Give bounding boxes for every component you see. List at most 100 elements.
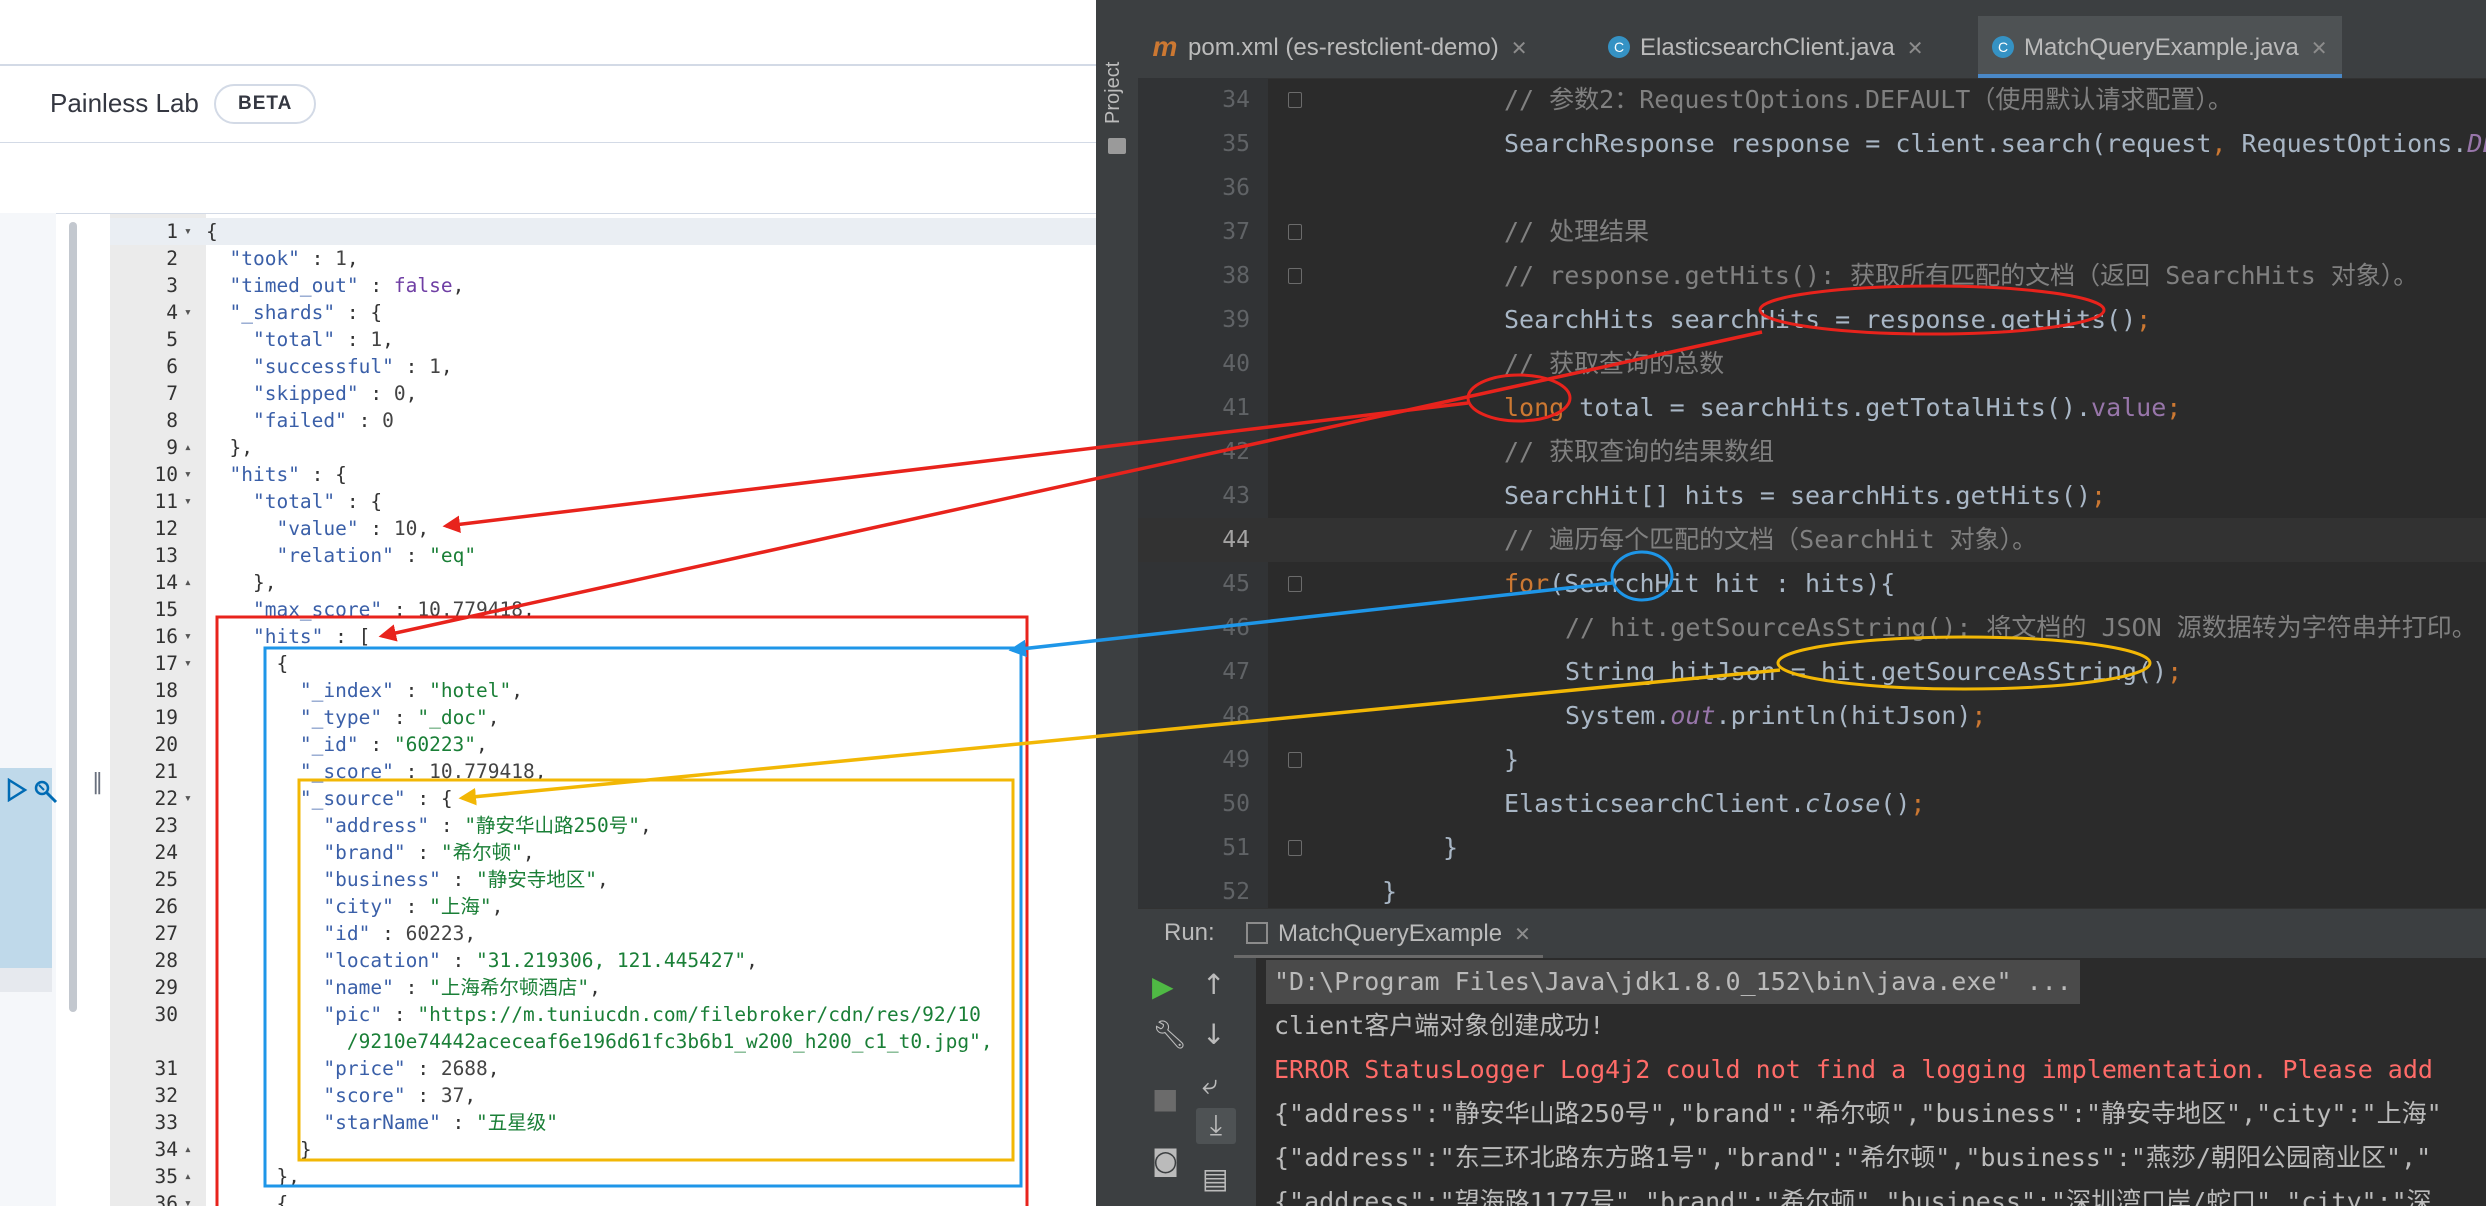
line-number: 41 bbox=[1222, 395, 1250, 421]
java-code-line: 48 System.out.println(hitJson); bbox=[1138, 694, 2486, 738]
code-text: }, bbox=[206, 571, 277, 594]
java-code-editor[interactable]: 34 // 参数2：RequestOptions.DEFAULT（使用默认请求配置… bbox=[1138, 78, 2486, 908]
fold-marker-icon[interactable] bbox=[1288, 576, 1302, 592]
code-text: { bbox=[206, 220, 218, 243]
run-tool-header: Run: MatchQueryExample ✕ bbox=[1138, 908, 2486, 959]
page-title: Painless Lab bbox=[50, 88, 199, 118]
code-text: { bbox=[206, 652, 289, 675]
line-number: 50 bbox=[1222, 791, 1250, 817]
tab-elasticsearch-client[interactable]: C ElasticsearchClient.java ✕ bbox=[1608, 16, 1924, 78]
scroll-to-end-icon[interactable]: ⤓ bbox=[1196, 1108, 1236, 1144]
fold-toggle-icon[interactable]: ▴ bbox=[184, 569, 192, 596]
fold-toggle-icon[interactable]: ▴ bbox=[184, 434, 192, 461]
fold-toggle-icon[interactable]: ▾ bbox=[184, 461, 192, 488]
code-text: { bbox=[206, 1192, 289, 1206]
arrow-up-icon[interactable]: ↑ bbox=[1202, 968, 1225, 1001]
code-line: 1 ▾ { bbox=[110, 218, 1096, 245]
output-json-editor[interactable]: 1 ▾{2 "took" : 1, 3 "timed_out" : false, 4 ▾… bbox=[110, 214, 1096, 1206]
code-text: "location" : "31.219306, 121.445427", bbox=[323, 949, 758, 972]
code-text: String hitJson = hit.getSourceAsString()… bbox=[1565, 657, 2183, 686]
line-number: 51 bbox=[1222, 835, 1250, 861]
fold-marker-icon[interactable] bbox=[1288, 224, 1302, 240]
line-number: 42 bbox=[1222, 439, 1250, 465]
class-icon: C bbox=[1992, 35, 2014, 58]
line-number: 4 bbox=[166, 301, 178, 324]
folder-icon[interactable] bbox=[1108, 138, 1126, 154]
code-line: 22 ▾ "_source" : { bbox=[110, 785, 1096, 812]
fold-toggle-icon[interactable]: ▴ bbox=[184, 1136, 192, 1163]
fold-toggle-icon[interactable]: ▾ bbox=[184, 785, 192, 812]
scrollbar[interactable] bbox=[69, 222, 77, 1012]
code-line: 14 ▴ }, bbox=[110, 569, 1096, 596]
fold-toggle-icon[interactable]: ▾ bbox=[184, 623, 192, 650]
console-line: {"address":"静安华山路250号","brand":"希尔顿","bu… bbox=[1274, 1099, 2442, 1128]
java-code-line: 38 // response.getHits(): 获取所有匹配的文档（返回 Se… bbox=[1138, 254, 2486, 298]
fold-toggle-icon[interactable]: ▾ bbox=[184, 299, 192, 326]
fold-toggle-icon[interactable]: ▴ bbox=[184, 1163, 192, 1190]
kibana-top-bar bbox=[0, 0, 1096, 66]
code-text: "address" : "静安华山路250号", bbox=[323, 814, 652, 837]
line-number: 27 bbox=[154, 922, 178, 945]
wrench-icon[interactable]: 🔧︎ bbox=[1152, 1018, 1188, 1051]
line-number: 29 bbox=[154, 976, 178, 999]
code-line: 23 "address" : "静安华山路250号", bbox=[110, 812, 1096, 839]
resize-handle-icon[interactable]: ‖ bbox=[92, 770, 103, 795]
fold-marker-icon[interactable] bbox=[1288, 268, 1302, 284]
fold-marker-icon[interactable] bbox=[1288, 752, 1302, 768]
fold-toggle-icon[interactable]: ▾ bbox=[184, 650, 192, 677]
code-line: 13 "relation" : "eq" bbox=[110, 542, 1096, 569]
stop-icon[interactable]: ■ bbox=[1152, 1082, 1178, 1115]
code-text: long total = searchHits.getTotalHits().v… bbox=[1504, 393, 2182, 422]
java-code-line: 42 // 获取查询的结果数组 bbox=[1138, 430, 2486, 474]
java-code-line: 45 for(SearchHit hit : hits){ bbox=[1138, 562, 2486, 606]
fold-toggle-icon[interactable]: ▾ bbox=[184, 218, 192, 245]
line-number: 6 bbox=[166, 355, 178, 378]
code-text: "max_score" : 10.779418, bbox=[252, 598, 535, 621]
line-number: 37 bbox=[1222, 219, 1250, 245]
close-icon[interactable]: ✕ bbox=[1511, 38, 1528, 60]
code-text: "_score" : 10.779418, bbox=[299, 760, 547, 783]
close-icon[interactable]: ✕ bbox=[1514, 924, 1531, 946]
code-text: // 参数2：RequestOptions.DEFAULT（使用默认请求配置）。 bbox=[1504, 85, 2233, 114]
line-number: 30 bbox=[154, 1003, 178, 1026]
code-line: 7 "skipped" : 0, bbox=[110, 380, 1096, 407]
close-icon[interactable]: ✕ bbox=[2311, 38, 2328, 60]
ide-title-bar bbox=[1096, 0, 2486, 16]
tab-pom-xml[interactable]: m pom.xml (es-restclient-demo) ✕ bbox=[1152, 16, 1528, 78]
print-icon[interactable]: ▤ bbox=[1202, 1162, 1228, 1195]
code-line: 21 "_score" : 10.779418, bbox=[110, 758, 1096, 785]
fold-toggle-icon[interactable]: ▾ bbox=[184, 1190, 192, 1206]
maven-icon: m bbox=[1152, 30, 1178, 62]
line-number: 23 bbox=[154, 814, 178, 837]
console-output[interactable]: "D:\Program Files\Java\jdk1.8.0_152\bin\… bbox=[1256, 958, 2486, 1206]
code-text: "value" : 10, bbox=[276, 517, 430, 540]
fold-marker-icon[interactable] bbox=[1288, 840, 1302, 856]
project-tool-label[interactable]: Project bbox=[1102, 62, 1125, 124]
play-icon[interactable] bbox=[6, 778, 28, 802]
code-text: "pic" : "https://m.tuniucdn.com/filebrok… bbox=[323, 1003, 981, 1026]
line-number: 25 bbox=[154, 868, 178, 891]
code-text: "id" : 60223, bbox=[323, 922, 477, 945]
code-text: /9210e74442aceceaf6e196d61fc3b6b1_w200_h… bbox=[346, 1030, 993, 1053]
code-line: 30 "pic" : "https://m.tuniucdn.com/fileb… bbox=[110, 1001, 1096, 1028]
arrow-down-icon[interactable]: ↓ bbox=[1202, 1018, 1225, 1051]
code-line: 10 ▾ "hits" : { bbox=[110, 461, 1096, 488]
close-icon[interactable]: ✕ bbox=[1907, 38, 1924, 60]
line-number: 5 bbox=[166, 328, 178, 351]
camera-icon[interactable]: ◙ bbox=[1152, 1144, 1179, 1177]
rerun-icon[interactable]: ▶ bbox=[1152, 970, 1174, 1003]
code-text: "_shards" : { bbox=[229, 301, 383, 324]
fold-marker-icon[interactable] bbox=[1288, 92, 1302, 108]
fold-toggle-icon[interactable]: ▾ bbox=[184, 488, 192, 515]
tab-match-query-example[interactable]: C MatchQueryExample.java ✕ bbox=[1978, 16, 2342, 78]
wrench-icon[interactable] bbox=[33, 779, 59, 805]
code-line: 31 "price" : 2688, bbox=[110, 1055, 1096, 1082]
line-number: 13 bbox=[154, 544, 178, 567]
line-number: 22 bbox=[154, 787, 178, 810]
code-line: 32 "score" : 37, bbox=[110, 1082, 1096, 1109]
soft-wrap-icon[interactable]: ⤶ bbox=[1202, 1068, 1218, 1102]
code-text: "_source" : { bbox=[299, 787, 453, 810]
java-code-line: 44 // 遍历每个匹配的文档（SearchHit 对象）。 bbox=[1138, 518, 2486, 562]
run-config-tab[interactable]: MatchQueryExample ✕ bbox=[1234, 909, 1543, 959]
java-code-line: 51} bbox=[1138, 826, 2486, 870]
